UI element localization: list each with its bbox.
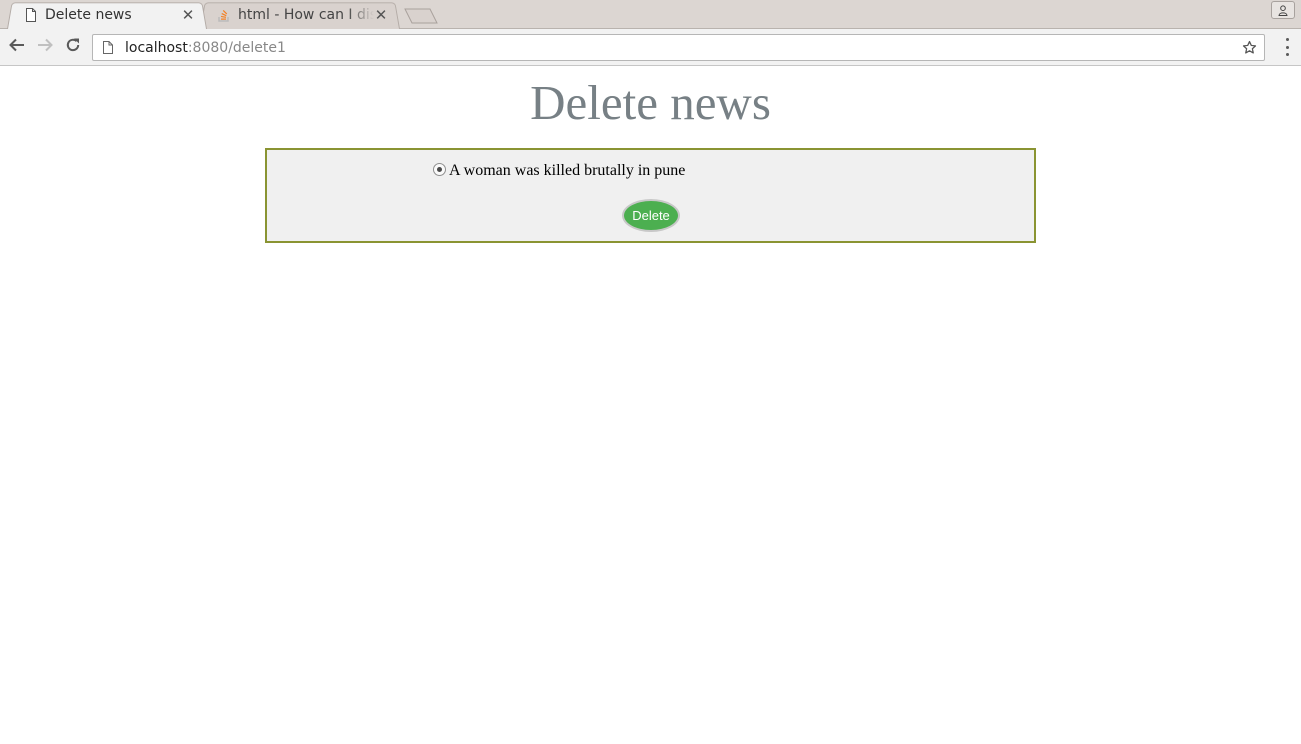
news-item[interactable]: A woman was killed brutally in pune — [433, 162, 685, 180]
document-icon — [23, 7, 39, 23]
tab-title: html - How can I dis — [238, 7, 374, 23]
address-bar[interactable]: localhost:8080/delete1 — [92, 34, 1265, 61]
url-path: :8080/delete1 — [187, 39, 286, 56]
star-icon[interactable] — [1240, 39, 1258, 57]
reload-icon — [65, 37, 81, 57]
arrow-left-icon — [8, 37, 26, 57]
back-button[interactable] — [7, 37, 27, 57]
person-icon — [1278, 1, 1288, 20]
url-text[interactable]: localhost:8080/delete1 — [125, 40, 1240, 56]
tab-stackoverflow[interactable]: html - How can I dis ✕ — [200, 1, 400, 29]
reload-button[interactable] — [63, 37, 83, 57]
arrow-right-icon — [36, 37, 54, 57]
stackoverflow-icon — [216, 7, 232, 23]
tab-title: Delete news — [45, 7, 132, 23]
profile-button[interactable] — [1271, 1, 1295, 19]
news-radio[interactable] — [433, 162, 446, 176]
page-content: Delete news A woman was killed brutally … — [0, 66, 1301, 744]
forward-button[interactable] — [35, 37, 55, 57]
more-menu-icon[interactable] — [1283, 38, 1291, 56]
delete-button[interactable]: Delete — [622, 199, 680, 232]
new-tab-button[interactable] — [404, 8, 438, 24]
page-info-icon[interactable] — [103, 40, 117, 56]
news-form: A woman was killed brutally in pune Dele… — [265, 148, 1036, 243]
close-icon[interactable]: ✕ — [181, 8, 195, 23]
browser-toolbar: localhost:8080/delete1 — [0, 29, 1301, 66]
close-icon[interactable]: ✕ — [374, 8, 388, 23]
url-host: localhost — [125, 39, 188, 56]
news-item-label: A woman was killed brutally in pune — [449, 162, 686, 179]
tab-strip: Delete news ✕ html - How can I dis ✕ — [0, 0, 1301, 29]
tab-delete-news[interactable]: Delete news ✕ — [7, 1, 207, 29]
page-title: Delete news — [530, 75, 771, 130]
